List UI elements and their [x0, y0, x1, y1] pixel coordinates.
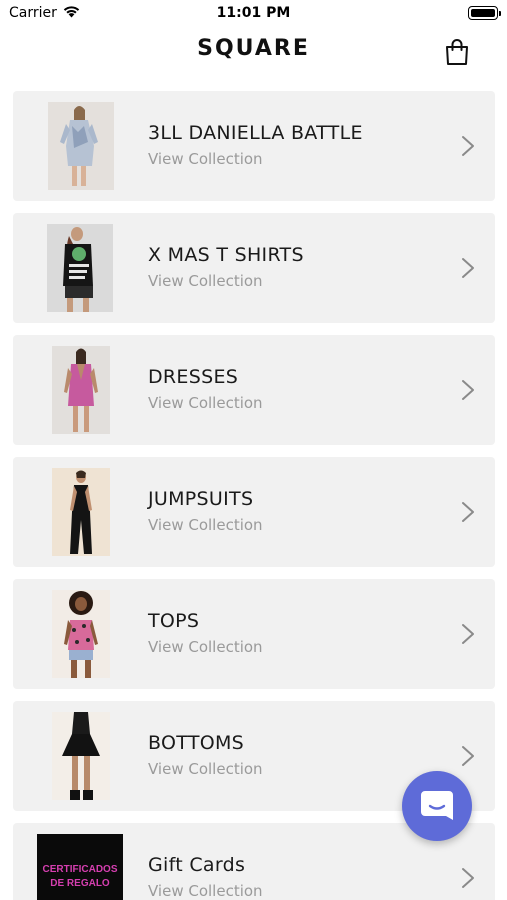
chevron-right-icon — [462, 380, 474, 400]
chat-bubble-icon — [421, 791, 453, 820]
collection-card[interactable]: TOPS View Collection — [13, 579, 495, 689]
collection-image — [47, 224, 113, 312]
chevron-right-icon — [462, 746, 474, 766]
chevron-right-icon — [462, 258, 474, 278]
collection-image — [52, 346, 110, 434]
gift-card-image-text: DE REGALO — [50, 878, 110, 889]
nav-bar: SQUARE — [0, 30, 507, 74]
gift-card-image-text: CERTIFICADOS — [43, 864, 118, 875]
status-time: 11:01 PM — [216, 5, 291, 21]
collection-title: Gift Cards — [148, 854, 246, 876]
collection-card[interactable]: X MAS T SHIRTS View Collection — [13, 213, 495, 323]
collection-title: 3LL DANIELLA BATTLE — [148, 122, 363, 144]
view-collection-link[interactable]: View Collection — [148, 516, 263, 534]
collection-card[interactable]: DRESSES View Collection — [13, 335, 495, 445]
status-bar: Carrier 11:01 PM — [0, 0, 507, 28]
collection-card[interactable]: 3LL DANIELLA BATTLE View Collection — [13, 91, 495, 201]
chat-button[interactable] — [402, 771, 472, 841]
collection-image — [52, 590, 110, 678]
shopping-bag-icon[interactable] — [444, 38, 470, 66]
page-title: SQUARE — [197, 36, 310, 61]
collection-image — [48, 102, 114, 190]
collection-title: BOTTOMS — [148, 732, 245, 754]
collection-title: X MAS T SHIRTS — [148, 244, 304, 266]
view-collection-link[interactable]: View Collection — [148, 882, 263, 900]
view-collection-link[interactable]: View Collection — [148, 272, 263, 290]
battery-icon — [468, 6, 501, 20]
chevron-right-icon — [462, 868, 474, 888]
collection-title: DRESSES — [148, 366, 239, 388]
view-collection-link[interactable]: View Collection — [148, 638, 263, 656]
collection-image: CERTIFICADOS DE REGALO — [37, 834, 123, 900]
collection-title: JUMPSUITS — [148, 488, 254, 510]
chevron-right-icon — [462, 624, 474, 644]
collection-card[interactable]: JUMPSUITS View Collection — [13, 457, 495, 567]
chevron-right-icon — [462, 136, 474, 156]
view-collection-link[interactable]: View Collection — [148, 760, 263, 778]
collection-image — [52, 712, 110, 800]
view-collection-link[interactable]: View Collection — [148, 150, 263, 168]
collection-image — [52, 468, 110, 556]
collection-title: TOPS — [148, 610, 200, 632]
view-collection-link[interactable]: View Collection — [148, 394, 263, 412]
chevron-right-icon — [462, 502, 474, 522]
